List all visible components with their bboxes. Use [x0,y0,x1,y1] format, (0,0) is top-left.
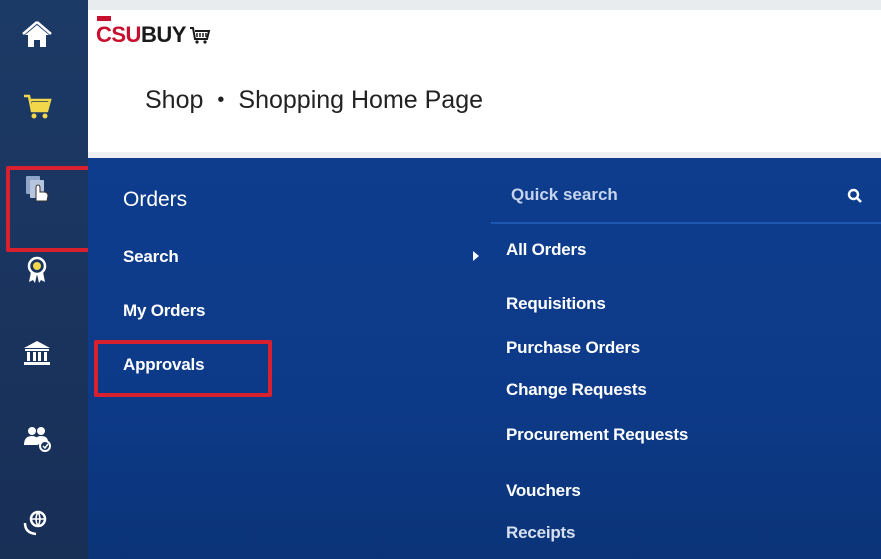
breadcrumb-current: Shopping Home Page [238,86,484,114]
logo-cart-icon [189,27,211,44]
home-icon [22,21,52,47]
search-icon [847,188,862,203]
submenu-purchase-orders[interactable]: Purchase Orders [506,338,640,358]
quick-search-bar [491,168,881,224]
rail-users-button[interactable] [0,410,88,466]
submenu-all-orders[interactable]: All Orders [506,240,586,260]
shopping-cart-icon [24,94,52,119]
orders-flyout-menu: Orders Search My Orders Approvals All Or… [88,158,881,559]
logo-text-secondary: BUY [140,22,186,47]
csubuy-logo[interactable]: CSU BUY [96,22,211,48]
rail-cart-button[interactable] [0,78,88,134]
breadcrumb: Shop • Shopping Home Page [145,86,483,115]
submenu-requisitions[interactable]: Requisitions [506,294,606,314]
award-ribbon-icon [27,256,47,283]
menu-item-search[interactable]: Search [123,247,179,267]
quick-search-input[interactable] [511,180,811,210]
rail-home-button[interactable] [0,8,88,64]
rail-awards-button[interactable] [0,242,88,298]
users-group-icon [24,427,51,452]
submenu-vouchers[interactable]: Vouchers [506,481,581,501]
menu-item-approvals[interactable]: Approvals [123,355,205,375]
submenu-procurement-requests[interactable]: Procurement Requests [506,425,688,445]
menu-item-my-orders[interactable]: My Orders [123,301,205,321]
rail-bank-button[interactable] [0,325,88,381]
breadcrumb-shop[interactable]: Shop [145,86,203,115]
icon-rail [0,0,91,559]
bank-building-icon [24,341,50,365]
rail-global-button[interactable] [0,494,88,550]
submenu-caret-icon [473,251,479,261]
rail-orders-button[interactable] [0,160,88,216]
quick-search-button[interactable] [843,184,867,208]
page-header: CSU BUY Shop • Shopping Home Page [88,0,881,158]
submenu-receipts[interactable]: Receipts [506,523,575,543]
flyout-section-title: Orders [123,188,188,211]
logo-text-primary: CSU [96,22,141,47]
logo-accent [97,16,111,21]
globe-hands-icon [23,510,47,536]
submenu-change-requests[interactable]: Change Requests [506,380,647,400]
breadcrumb-separator: • [217,89,225,111]
orders-document-icon [26,176,49,202]
